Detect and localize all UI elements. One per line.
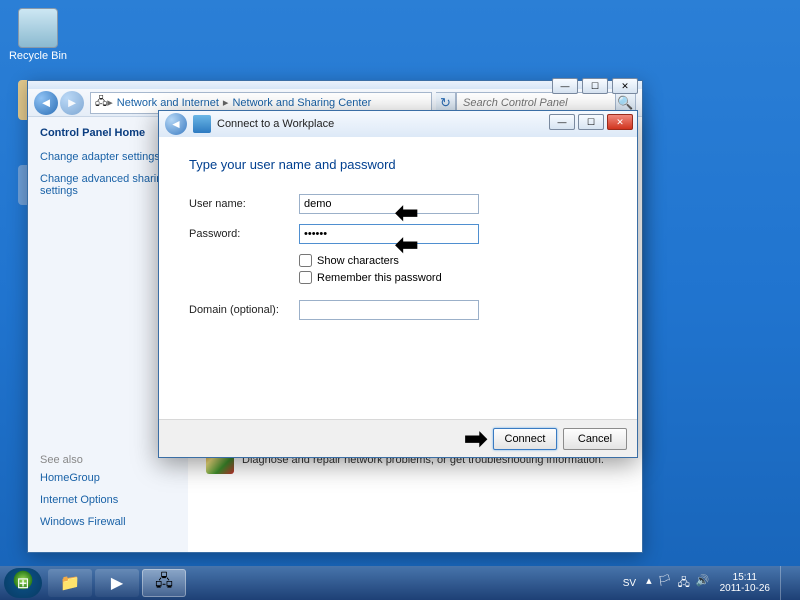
see-also-header: See also bbox=[40, 454, 126, 466]
dialog-body: Type your user name and password User na… bbox=[159, 137, 637, 419]
window-controls: — ☐ ✕ bbox=[552, 78, 638, 94]
nav-back-button[interactable]: ◄ bbox=[34, 91, 58, 115]
language-indicator[interactable]: SV bbox=[623, 578, 636, 589]
clock[interactable]: 15:11 2011-10-26 bbox=[720, 572, 770, 594]
username-input[interactable] bbox=[299, 194, 479, 214]
internet-options-link[interactable]: Internet Options bbox=[40, 494, 126, 506]
homegroup-link[interactable]: HomeGroup bbox=[40, 472, 126, 484]
tray-action-center-icon[interactable]: 🏳 bbox=[658, 574, 672, 593]
breadcrumb-seg-1[interactable]: Network and Internet bbox=[113, 97, 223, 109]
show-characters-label: Show characters bbox=[317, 255, 399, 267]
clock-date: 2011-10-26 bbox=[720, 583, 770, 594]
taskbar-media-button[interactable]: ▶ bbox=[95, 569, 139, 597]
recycle-bin-label: Recycle Bin bbox=[8, 50, 68, 62]
taskbar: 📁 ▶ 🖧 SV ▴ 🏳 🖧 🔊 15:11 2011-10-26 bbox=[0, 566, 800, 600]
close-button[interactable]: ✕ bbox=[612, 78, 638, 94]
desktop-icon-recycle-bin[interactable]: Recycle Bin bbox=[8, 8, 68, 62]
recycle-bin-icon bbox=[18, 8, 58, 48]
change-advanced-sharing-link[interactable]: Change advanced sharing settings bbox=[40, 173, 176, 197]
maximize-button[interactable]: ☐ bbox=[582, 78, 608, 94]
control-panel-home-link[interactable]: Control Panel Home bbox=[40, 127, 176, 139]
dialog-title-bar[interactable]: ◄ Connect to a Workplace — ☐ ✕ bbox=[159, 111, 637, 137]
dialog-minimize-button[interactable]: — bbox=[549, 114, 575, 130]
remember-password-label: Remember this password bbox=[317, 272, 442, 284]
connect-workplace-dialog: ◄ Connect to a Workplace — ☐ ✕ Type your… bbox=[158, 110, 638, 458]
show-desktop-button[interactable] bbox=[780, 566, 790, 600]
dialog-maximize-button[interactable]: ☐ bbox=[578, 114, 604, 130]
password-input[interactable] bbox=[299, 224, 479, 244]
dialog-heading: Type your user name and password bbox=[189, 157, 607, 172]
domain-input[interactable] bbox=[299, 300, 479, 320]
change-adapter-settings-link[interactable]: Change adapter settings bbox=[40, 151, 176, 163]
dialog-back-button[interactable]: ◄ bbox=[165, 113, 187, 135]
clock-time: 15:11 bbox=[720, 572, 770, 583]
tray-volume-icon[interactable]: 🔊 bbox=[696, 574, 710, 593]
title-bar[interactable] bbox=[28, 81, 642, 89]
dialog-title: Connect to a Workplace bbox=[217, 118, 334, 130]
cancel-button[interactable]: Cancel bbox=[563, 428, 627, 450]
taskbar-explorer-button[interactable]: 📁 bbox=[48, 569, 92, 597]
taskbar-control-panel-button[interactable]: 🖧 bbox=[142, 569, 186, 597]
tray-show-hidden-icon[interactable]: ▴ bbox=[646, 574, 652, 593]
address-icon: 🖧 bbox=[95, 93, 107, 112]
show-characters-checkbox[interactable] bbox=[299, 254, 312, 267]
breadcrumb-seg-2[interactable]: Network and Sharing Center bbox=[228, 97, 375, 109]
start-button[interactable] bbox=[4, 568, 42, 598]
dialog-footer: Connect Cancel bbox=[159, 419, 637, 457]
remember-password-checkbox[interactable] bbox=[299, 271, 312, 284]
nav-forward-button[interactable]: ► bbox=[60, 91, 84, 115]
domain-label: Domain (optional): bbox=[189, 304, 299, 316]
minimize-button[interactable]: — bbox=[552, 78, 578, 94]
windows-firewall-link[interactable]: Windows Firewall bbox=[40, 516, 126, 528]
tray-network-icon[interactable]: 🖧 bbox=[678, 574, 690, 593]
dialog-close-button[interactable]: ✕ bbox=[607, 114, 633, 130]
workplace-icon bbox=[193, 115, 211, 133]
system-tray: SV ▴ 🏳 🖧 🔊 15:11 2011-10-26 bbox=[623, 566, 796, 600]
password-label: Password: bbox=[189, 228, 299, 240]
username-label: User name: bbox=[189, 198, 299, 210]
connect-button[interactable]: Connect bbox=[493, 428, 557, 450]
